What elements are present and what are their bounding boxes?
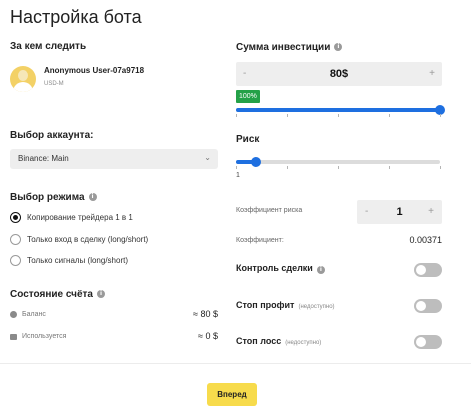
risk-slider[interactable] [236,157,440,167]
account-state-label-text: Состояние счёта [10,289,93,300]
deal-control-text: Контроль сделки [236,263,313,273]
slider-tick [440,114,441,117]
next-button[interactable]: Вперед [207,383,257,406]
radio-icon[interactable] [10,255,21,266]
slider-fill [236,108,440,112]
coefficient-value: 0.00371 [409,235,442,245]
mode-option-copy[interactable]: Копирование трейдера 1 в 1 [10,212,133,223]
mode-label-text: Выбор режима [10,192,85,203]
mode-label: Выбор режима i [10,192,97,203]
investment-stepper[interactable]: - 80$ + [236,62,442,86]
radio-icon[interactable] [10,234,21,245]
footer-divider [0,363,471,364]
slider-tick [287,114,288,117]
mode-option-label: Только сигналы (long/short) [27,256,128,265]
slider-tick [287,166,288,169]
slider-tick [440,166,441,169]
info-icon[interactable]: i [88,193,97,202]
investment-label-text: Сумма инвестиции [236,42,331,53]
used-label: Используется [22,332,67,340]
follow-label: За кем следить [10,41,87,52]
stop-profit-text: Стоп профит [236,300,295,310]
balance-label: Баланс [22,310,46,318]
slider-tick [338,114,339,117]
mode-option-entry-only[interactable]: Только вход в сделку (long/short) [10,234,148,245]
stop-loss-text: Стоп лосс [236,336,282,346]
info-icon[interactable]: i [334,43,343,52]
balance-row: Баланс ≈ 80 $ [10,309,218,319]
trader-market: USD-M [44,81,64,87]
used-value: ≈ 0 $ [198,331,218,341]
investment-percent-badge: 100% [236,90,260,103]
stop-loss-toggle[interactable] [414,335,442,349]
account-select-value: Binance: Main [18,154,69,163]
stop-profit-label: Стоп профит (недоступно) [236,300,335,310]
coefficient-label: Коэффициент: [236,237,284,244]
investment-label: Сумма инвестиции i [236,42,343,53]
slider-tick [236,114,237,117]
slider-tick [236,166,237,169]
risk-coefficient-stepper[interactable]: - 1 + [357,200,442,224]
used-row: Используется ≈ 0 $ [10,331,218,341]
radio-selected-icon[interactable] [10,212,21,223]
slider-tick [389,166,390,169]
mode-option-label: Копирование трейдера 1 в 1 [27,213,133,222]
info-icon[interactable]: i [97,290,105,299]
stop-profit-toggle[interactable] [414,299,442,313]
account-label: Выбор аккаунта: [10,130,94,141]
stop-loss-note: (недоступно) [285,340,322,346]
avatar [10,66,36,92]
page-title: Настройка бота [10,7,142,27]
investment-slider[interactable] [236,105,445,115]
slider-tick [389,114,390,117]
stop-loss-label: Стоп лосс (недоступно) [236,336,321,346]
balance-value: ≈ 80 $ [193,309,218,319]
account-select[interactable]: Binance: Main ⌄ [10,149,218,169]
deal-control-toggle[interactable] [414,263,442,277]
chevron-down-icon: ⌄ [204,153,211,162]
slider-tick [338,166,339,169]
risk-coefficient-label: Коэффициент риска [236,207,303,214]
info-icon[interactable]: i [316,266,325,274]
risk-label: Риск [236,134,260,145]
stop-profit-note: (недоступно) [298,304,335,310]
mode-option-label: Только вход в сделку (long/short) [27,235,149,244]
slider-ticks [236,114,441,118]
lock-icon [10,333,17,340]
increment-button[interactable]: + [428,200,434,224]
risk-min-label: 1 [236,172,240,179]
trader-name[interactable]: Anonymous User-07a9718 [44,66,144,75]
deal-control-label: Контроль сделки i [236,263,325,274]
account-state-label: Состояние счёта i [10,289,105,300]
mode-option-signals-only[interactable]: Только сигналы (long/short) [10,255,128,266]
increment-button[interactable]: + [429,62,435,86]
investment-value[interactable]: 80$ [236,62,442,86]
slider-ticks [236,166,441,170]
coin-icon [10,310,17,318]
